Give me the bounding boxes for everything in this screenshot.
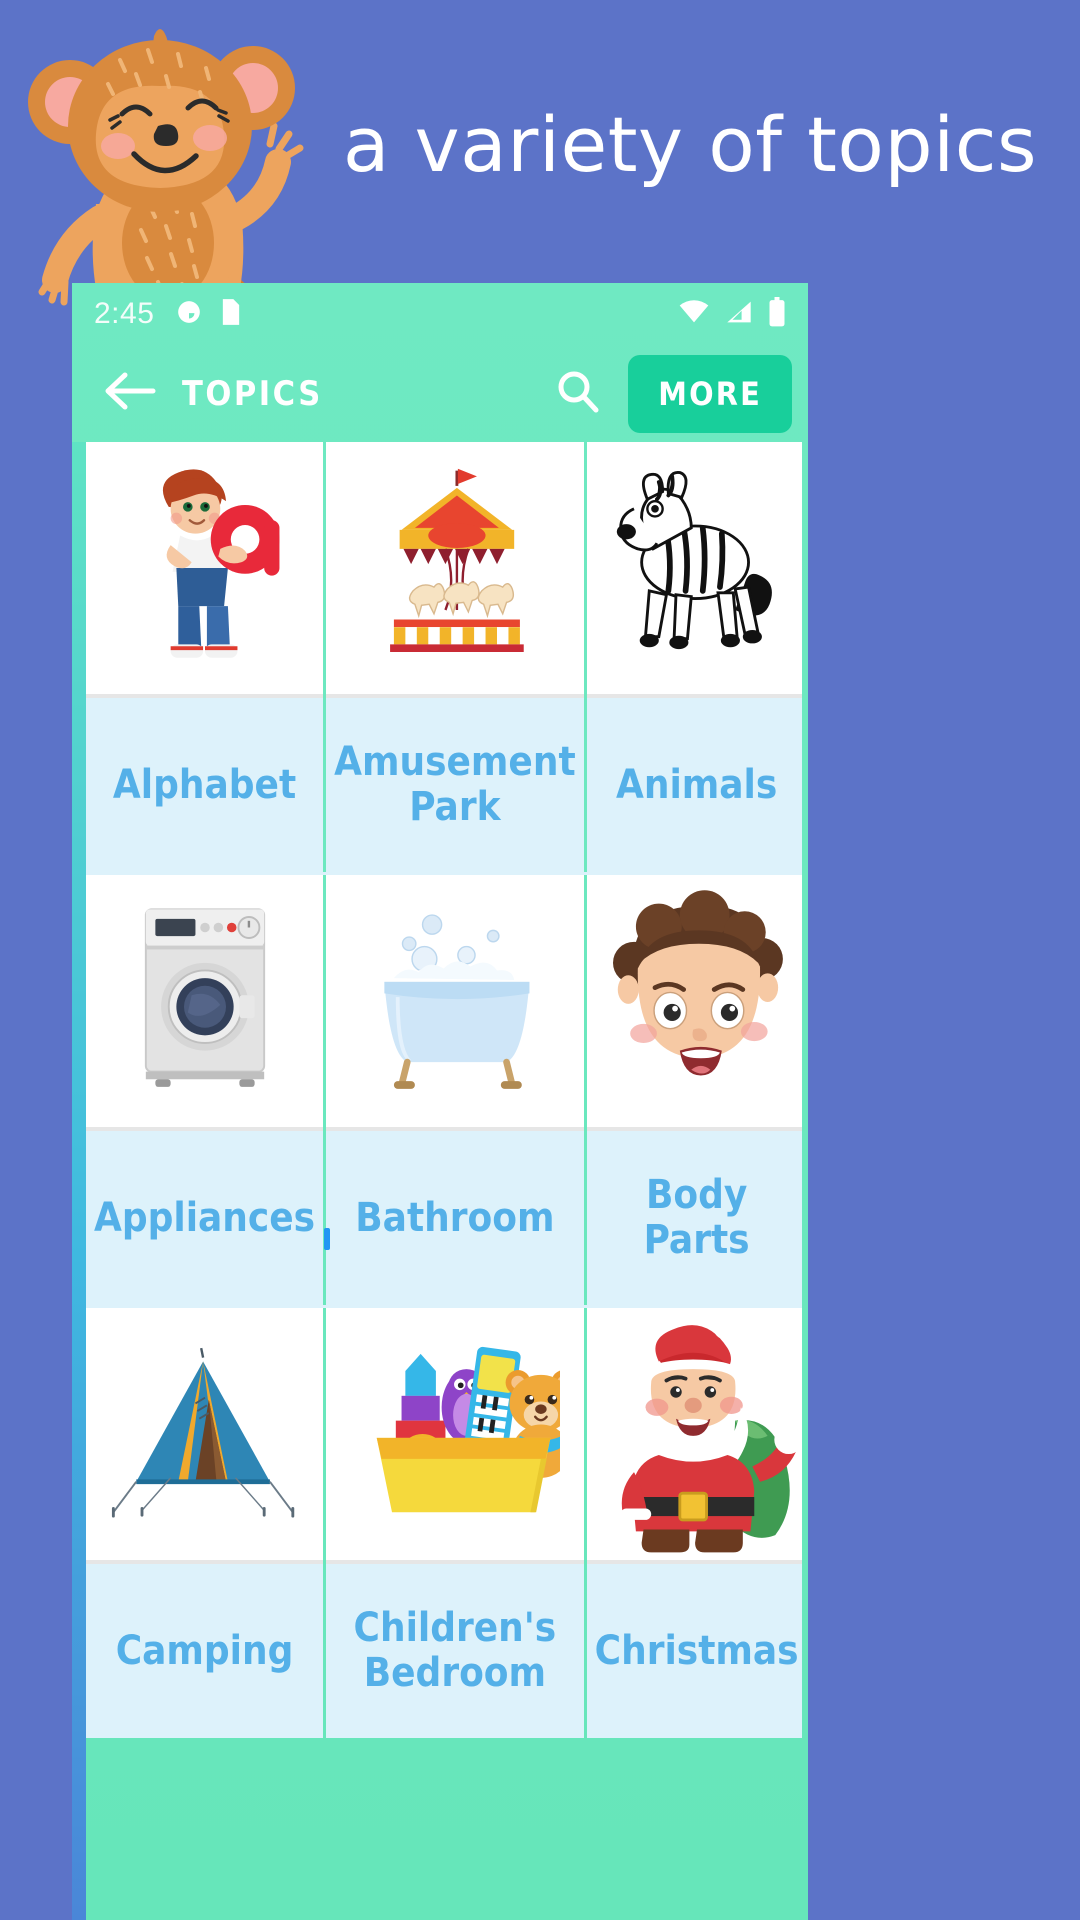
topic-card[interactable]: Camping — [86, 1308, 324, 1738]
cellular-signal-icon — [724, 299, 754, 330]
app-screen: 2:45 TOPICS MORE Alphabet Amusement Park… — [72, 283, 808, 1920]
topic-label-band: Body Parts — [586, 1127, 802, 1305]
bathtub-with-bubbles-image — [326, 875, 584, 1127]
search-button[interactable] — [546, 362, 610, 426]
topic-label-band: Bathroom — [326, 1127, 584, 1305]
topic-label: Camping — [115, 1627, 294, 1674]
topic-card[interactable]: Alphabet — [86, 442, 324, 872]
topic-label: Body Parts — [643, 1172, 750, 1263]
topic-label: Children's Bedroom — [353, 1605, 557, 1696]
wifi-icon — [678, 299, 710, 330]
topic-label: Bathroom — [355, 1194, 555, 1241]
topics-grid: Alphabet Amusement Park Animals Appliances B… — [86, 442, 802, 1738]
toy-box-with-teddy-bear-image — [326, 1308, 584, 1560]
topics-grid-scroll[interactable]: Alphabet Amusement Park Animals Appliances B… — [86, 442, 802, 1920]
status-left-icons — [176, 298, 242, 331]
app-toolbar: TOPICS MORE — [72, 345, 808, 442]
topic-card[interactable]: Amusement Park — [326, 442, 584, 872]
back-button[interactable] — [98, 363, 160, 425]
child-face-image — [586, 875, 802, 1127]
topic-label: Animals — [615, 761, 778, 808]
topic-card[interactable]: Body Parts — [586, 875, 802, 1305]
topic-card[interactable]: Christmas — [586, 1308, 802, 1738]
battery-icon — [768, 296, 786, 332]
status-right-icons — [678, 296, 786, 332]
topic-label: Alphabet — [112, 761, 297, 808]
santa-claus-image — [586, 1308, 802, 1560]
status-bar: 2:45 — [72, 283, 808, 345]
topic-card[interactable]: Children's Bedroom — [326, 1308, 584, 1738]
zebra-image — [586, 442, 802, 694]
topic-label-band: Children's Bedroom — [326, 1560, 584, 1738]
carousel-merry-go-round-image — [326, 442, 584, 694]
topic-card[interactable]: Appliances — [86, 875, 324, 1305]
more-button[interactable]: MORE — [628, 354, 792, 433]
document-icon — [220, 298, 242, 331]
topic-label: Appliances — [94, 1194, 316, 1241]
promo-headline: a variety of topics — [342, 100, 1038, 189]
topic-label-band: Alphabet — [86, 694, 324, 872]
topic-label-band: Camping — [86, 1560, 324, 1738]
topic-label-band: Amusement Park — [326, 694, 584, 872]
topic-card[interactable]: Bathroom — [326, 875, 584, 1305]
clock-icon — [176, 299, 202, 330]
page-title: TOPICS — [182, 373, 323, 414]
topic-label-band: Animals — [586, 694, 802, 872]
status-clock: 2:45 — [94, 297, 155, 330]
device-left-edge — [72, 442, 86, 1920]
topic-label: Christmas — [594, 1627, 799, 1674]
boy-holding-letter-a-image — [86, 442, 324, 694]
back-arrow-icon — [101, 369, 157, 418]
topic-label-band: Appliances — [86, 1127, 324, 1305]
topic-label: Amusement Park — [334, 739, 576, 830]
topic-label-band: Christmas — [586, 1560, 802, 1738]
phone-screenshot: 2:45 TOPICS MORE Alphabet Amusement Park… — [72, 283, 808, 1920]
topic-card[interactable]: Animals — [586, 442, 802, 872]
search-icon — [554, 367, 602, 420]
camping-tent-image — [86, 1308, 324, 1560]
washing-machine-image — [86, 875, 324, 1127]
scroll-indicator[interactable] — [324, 1228, 330, 1250]
